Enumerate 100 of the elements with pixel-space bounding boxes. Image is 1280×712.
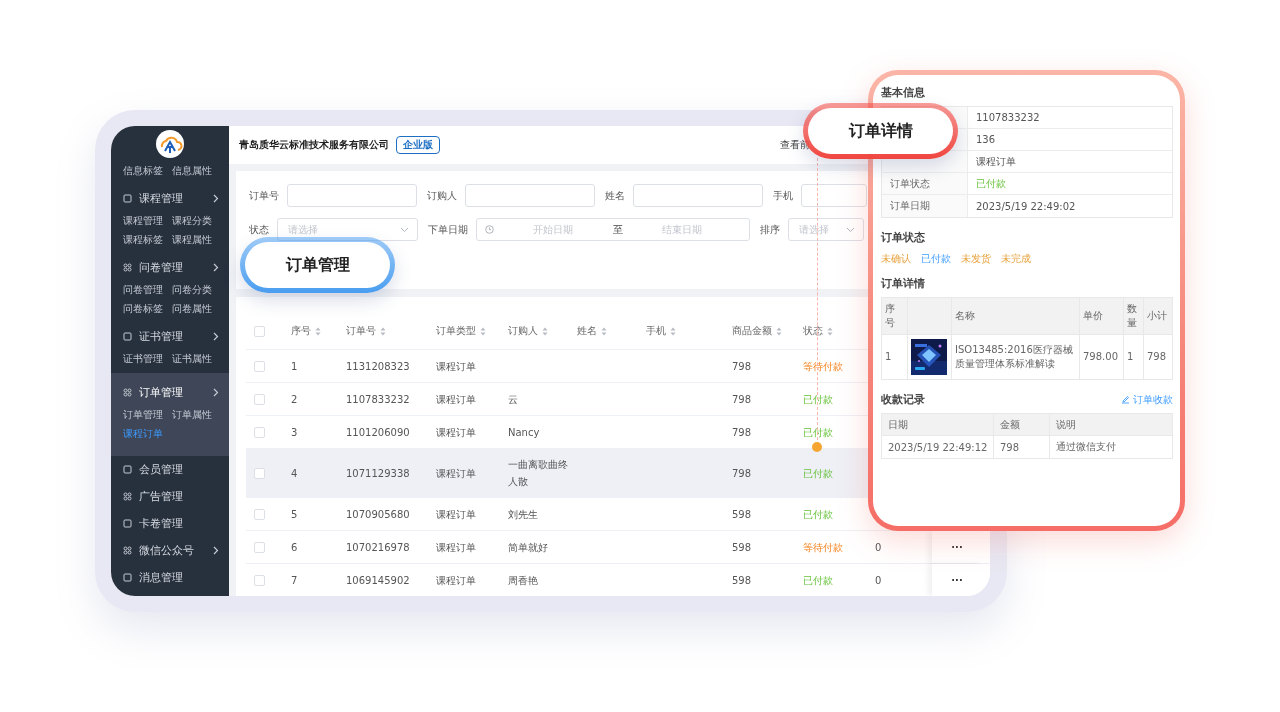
submenu-item[interactable]: 信息标签	[123, 164, 172, 177]
checkbox[interactable]	[254, 360, 265, 372]
more-button[interactable]: ···	[932, 564, 982, 596]
column-header: 金额	[994, 414, 1050, 435]
submenu-item[interactable]: 订单属性	[172, 408, 221, 421]
column-header[interactable]: 订单类型	[436, 324, 486, 338]
checkbox[interactable]	[254, 574, 265, 586]
status-text: 已付款	[803, 392, 834, 407]
sort-icon[interactable]	[315, 326, 321, 336]
menu-item[interactable]: 订单管理	[111, 379, 229, 406]
menu-item[interactable]: 课程管理	[111, 185, 229, 212]
info-value: 1107833232	[975, 111, 1041, 125]
submenu-item[interactable]: 课程管理	[123, 214, 172, 227]
status-text: 已付款	[803, 425, 834, 440]
table-cell-text: 1070216978	[346, 540, 411, 555]
submenu-item[interactable]: 课程标签	[123, 233, 172, 246]
section-title: 收款记录	[881, 392, 925, 407]
logo-icon	[156, 130, 184, 158]
column-header[interactable]: 订购人	[508, 324, 548, 338]
menu-item[interactable]: 广告管理	[111, 483, 229, 510]
table-cell-text: 刘先生	[508, 507, 539, 522]
column-header[interactable]: 商品金额	[732, 324, 782, 338]
table-cell-text: 5	[291, 507, 299, 522]
input-field[interactable]	[465, 184, 595, 207]
submenu-item[interactable]: 证书属性	[172, 352, 221, 365]
menu-icon	[123, 573, 132, 582]
menu-item[interactable]: 问卷管理	[111, 254, 229, 281]
submenu-item[interactable]: 证书管理	[123, 352, 172, 365]
submenu-item[interactable]: 订单管理	[123, 408, 172, 421]
checkbox[interactable]	[254, 508, 265, 520]
table-cell: 1	[1124, 335, 1144, 379]
table-cell-text: 1131208323	[346, 359, 411, 374]
table-cell-text: 课程订单	[436, 425, 477, 440]
sort-icon[interactable]	[670, 326, 676, 336]
table-cell-text: 课程订单	[436, 359, 477, 374]
menu-item[interactable]: 会员管理	[111, 456, 229, 483]
info-label: 订单日期	[882, 195, 968, 217]
more-button[interactable]: ···	[932, 531, 982, 563]
table-cell-text: 课程订单	[436, 507, 477, 522]
submenu-item[interactable]: 问卷属性	[172, 302, 221, 315]
menu-icon	[123, 332, 132, 341]
menu-item[interactable]: 卡卷管理	[111, 510, 229, 537]
field-label: 订单号	[249, 188, 279, 203]
input-field[interactable]	[287, 184, 417, 207]
menu-icon	[123, 519, 132, 528]
table-cell: 1	[882, 335, 908, 379]
submenu-item[interactable]: 问卷标签	[123, 302, 172, 315]
sort-icon[interactable]	[380, 326, 386, 336]
table-cell: ISO13485:2016医疗器械质量管理体系标准解读	[952, 335, 1080, 379]
checkbox[interactable]	[254, 393, 265, 405]
clock-icon	[485, 225, 494, 234]
sort-icon[interactable]	[542, 326, 548, 336]
column-header[interactable]: 姓名	[577, 324, 607, 338]
status-step: 未确认	[881, 252, 911, 266]
caret-icon	[846, 226, 855, 233]
submenu-item[interactable]: 课程分类	[172, 214, 221, 227]
table-cell: 798.00	[1080, 335, 1124, 379]
checkbox[interactable]	[254, 325, 265, 337]
input-field[interactable]	[801, 184, 867, 207]
menu-item[interactable]: 微信公众号	[111, 537, 229, 564]
input-field[interactable]	[633, 184, 763, 207]
menu-item[interactable]: 证书管理	[111, 323, 229, 350]
column-header[interactable]: 手机	[646, 324, 676, 338]
table-cell-text: 课程订单	[436, 466, 477, 481]
section-title: 订单详情	[881, 276, 926, 291]
table-cell-text: 598	[732, 507, 753, 522]
edit-icon	[1121, 395, 1130, 404]
field-label: 排序	[760, 222, 780, 237]
checkbox[interactable]	[254, 467, 265, 479]
table-cell-text: 1070905680	[346, 507, 411, 522]
sort-icon[interactable]	[827, 326, 833, 336]
callout-label: 订单管理	[240, 237, 395, 293]
edition-badge: 企业版	[396, 136, 440, 154]
menu-item[interactable]: 消息管理	[111, 564, 229, 591]
sort-icon[interactable]	[480, 326, 486, 336]
status-text: 已付款	[803, 466, 834, 481]
column-header[interactable]: 订单号	[346, 324, 386, 338]
table-cell-text: 课程订单	[436, 573, 477, 588]
submenu-item[interactable]: 问卷管理	[123, 283, 172, 296]
table-cell-text: 课程订单	[436, 540, 477, 555]
column-header: 小计	[1146, 309, 1168, 323]
submenu-item[interactable]: 课程属性	[172, 233, 221, 246]
submenu-item[interactable]: 问卷分类	[172, 283, 221, 296]
sort-icon[interactable]	[601, 326, 607, 336]
menu-icon	[123, 388, 132, 397]
sort-icon[interactable]	[776, 326, 782, 336]
column-header[interactable]: 序号	[291, 324, 321, 338]
table-cell-text: 798	[732, 359, 753, 374]
column-header: 说明	[1055, 417, 1077, 432]
table-cell-text: 周香艳	[508, 573, 539, 588]
field-label: 下单日期	[428, 222, 468, 237]
marker-dot	[812, 442, 822, 452]
column-header: 数量	[1124, 298, 1144, 334]
field-label: 手机	[773, 188, 793, 203]
menu-icon	[123, 263, 132, 272]
checkbox[interactable]	[254, 541, 265, 553]
status-text: 等待付款	[803, 540, 844, 555]
submenu-item[interactable]: 信息属性	[172, 164, 221, 177]
checkbox[interactable]	[254, 426, 265, 438]
active-menu-group[interactable]: 订单管理 订单管理 订单属性 课程订单	[111, 373, 229, 456]
